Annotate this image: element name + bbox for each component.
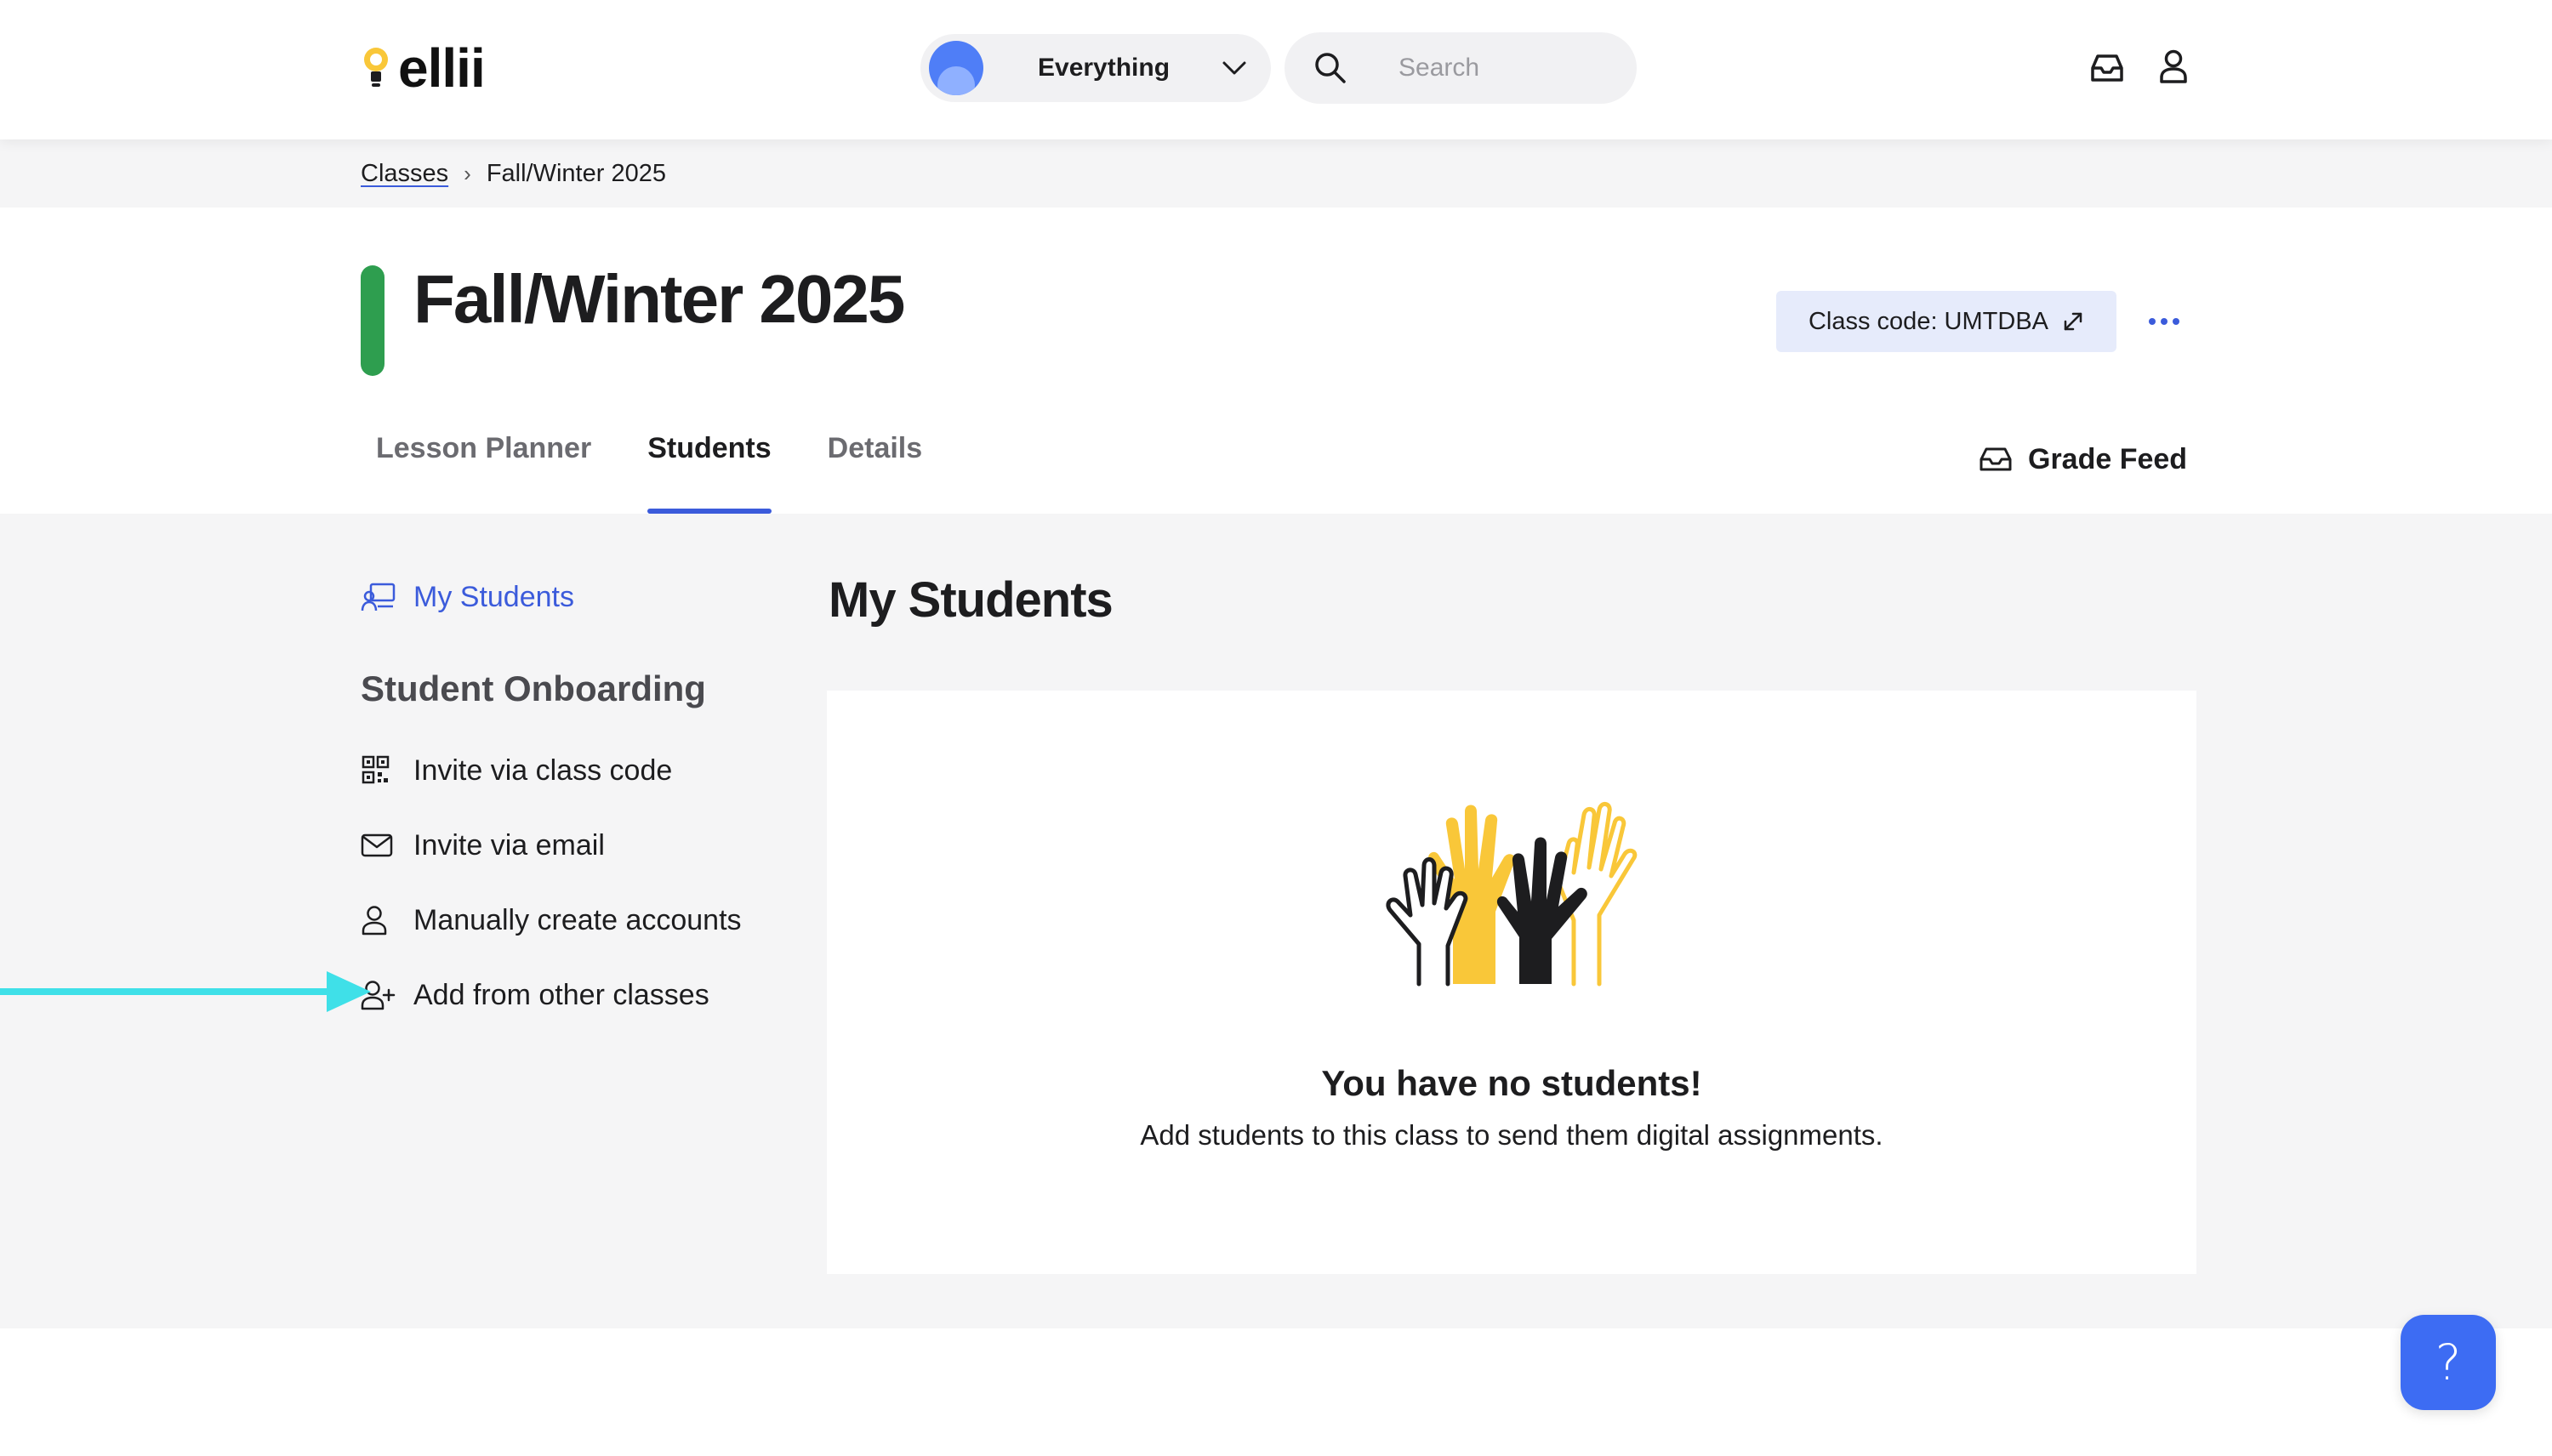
- scope-select[interactable]: Everything: [920, 34, 1271, 102]
- user-account-icon[interactable]: [2159, 49, 2188, 83]
- sidebar-item-label: Manually create accounts: [413, 903, 742, 936]
- sidebar-item-label: My Students: [413, 580, 574, 613]
- search-box: [1285, 32, 1637, 104]
- empty-state-title: You have no students!: [1321, 1063, 1702, 1103]
- class-code-button[interactable]: Class code: UMTDBA: [1776, 291, 2116, 352]
- tab-details[interactable]: Details: [812, 432, 938, 514]
- sidebar-item-add-from-other-classes[interactable]: Add from other classes: [361, 971, 786, 1019]
- dot: [2149, 318, 2156, 325]
- dot: [2161, 318, 2167, 325]
- user-icon: [362, 906, 387, 936]
- avatar: [929, 41, 983, 95]
- onboarding-heading: Student Onboarding: [361, 668, 706, 708]
- sidebar-item-label: Add from other classes: [413, 978, 709, 1011]
- breadcrumb-current: Fall/Winter 2025: [486, 159, 666, 187]
- sidebar-item-create-accounts[interactable]: Manually create accounts: [361, 896, 786, 944]
- empty-state-card: You have no students! Add students to th…: [827, 691, 2196, 1274]
- search-input[interactable]: [1398, 54, 1611, 82]
- app-root: ellii Everything Classes: [0, 0, 2552, 1456]
- dot: [2173, 318, 2179, 325]
- section-title: My Students: [829, 572, 1114, 628]
- expand-icon: [2064, 312, 2082, 331]
- breadcrumb: Classes › Fall/Winter 2025: [361, 155, 666, 192]
- sidebar-item-label: Invite via class code: [413, 754, 673, 787]
- chevron-down-icon: [1222, 61, 1246, 75]
- grade-feed-label: Grade Feed: [2028, 442, 2188, 475]
- ellii-logo[interactable]: ellii: [361, 37, 486, 99]
- class-color-indicator: [361, 265, 385, 376]
- top-header: ellii Everything: [0, 0, 2552, 139]
- scope-select-value: Everything: [1038, 54, 1171, 82]
- lightbulb-icon: [364, 48, 388, 87]
- annotation-arrow-icon: [0, 971, 371, 1012]
- page-title: Fall/Winter 2025: [413, 261, 905, 337]
- search-icon[interactable]: [1313, 51, 1347, 85]
- logo-text: ellii: [398, 37, 486, 99]
- raised-hands-illustration: [1386, 802, 1638, 987]
- qr-code-icon: [362, 755, 390, 784]
- breadcrumb-classes-link[interactable]: Classes: [361, 160, 448, 188]
- students-board-icon: [361, 583, 396, 611]
- breadcrumb-separator-icon: ›: [464, 160, 471, 186]
- sidebar-item-my-students[interactable]: My Students: [361, 573, 786, 621]
- tab-lesson-planner[interactable]: Lesson Planner: [361, 432, 607, 514]
- sidebar-item-label: Invite via email: [413, 828, 605, 862]
- help-button[interactable]: ?: [2401, 1315, 2496, 1410]
- envelope-icon: [361, 833, 393, 857]
- grade-feed-button[interactable]: Grade Feed: [1979, 441, 2187, 478]
- inbox-icon: [1980, 447, 2012, 471]
- more-options-button[interactable]: [2144, 303, 2185, 340]
- class-code-label: Class code: UMTDBA: [1808, 307, 2048, 335]
- tab-students[interactable]: Students: [632, 432, 786, 514]
- inbox-icon[interactable]: [2089, 51, 2125, 85]
- sidebar-item-invite-email[interactable]: Invite via email: [361, 822, 786, 869]
- question-mark-icon: ?: [2435, 1334, 2462, 1391]
- main-area: My Students Student Onboarding Invite vi…: [0, 514, 2552, 1328]
- empty-state-subtitle: Add students to this class to send them …: [1140, 1119, 1883, 1151]
- sidebar-item-invite-class-code[interactable]: Invite via class code: [361, 747, 786, 794]
- class-tabs: Lesson Planner Students Details: [361, 432, 937, 514]
- students-sidebar: My Students Student Onboarding Invite vi…: [361, 573, 786, 1019]
- breadcrumb-bar: Classes › Fall/Winter 2025: [0, 139, 2552, 208]
